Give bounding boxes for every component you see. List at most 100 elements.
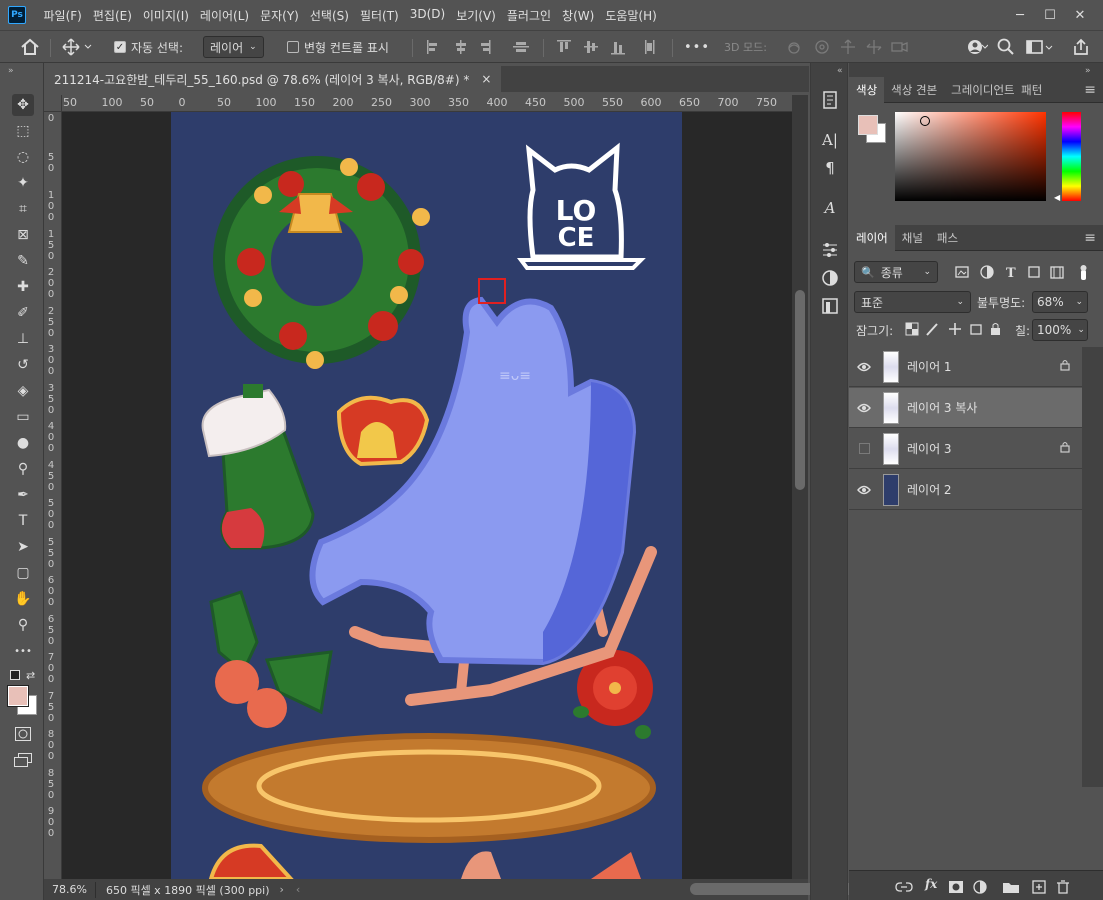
menu-item[interactable]: 편집(E) [87,7,137,24]
vertical-scrollbar[interactable] [792,95,808,879]
fx-icon[interactable]: fx [925,877,937,891]
menu-item[interactable]: 선택(S) [304,7,354,24]
tab-layers[interactable]: 레이어 [849,225,895,251]
move-tool-preset-icon[interactable] [62,37,94,57]
maximize-button[interactable]: ☐ [1035,4,1065,26]
menu-item[interactable]: 도움말(H) [600,7,663,24]
paragraph-icon[interactable]: ¶ [819,157,841,179]
visibility-eye-icon[interactable] [849,347,879,387]
menu-item[interactable]: 레이어(L) [194,7,254,24]
align-icons[interactable] [425,37,535,57]
quick-mask-icon[interactable] [15,727,31,744]
collapse-chevron-icon[interactable]: » [1085,66,1091,76]
glyphs-icon[interactable]: A [819,197,841,219]
history-brush-tool-icon[interactable]: ↺ [12,354,34,376]
menu-item[interactable]: 3D(D) [404,7,450,24]
swap-colors-icon[interactable]: ⇄ [26,669,35,682]
character-icon[interactable]: A| [819,129,841,151]
adjustments-icon[interactable] [819,239,841,261]
tab-patterns[interactable]: 패턴 [1014,77,1049,103]
layer-filter-icons[interactable]: T [955,264,1095,283]
auto-select-target-dropdown[interactable]: 레이어 ⌄ [203,36,264,58]
visibility-toggle[interactable] [849,429,879,469]
more-tools-icon[interactable]: ••• [12,640,34,662]
magic-wand-tool-icon[interactable]: ✦ [12,172,34,194]
search-icon[interactable] [997,37,1015,57]
menu-item[interactable]: 파일(F) [38,7,87,24]
libraries-icon[interactable] [819,295,841,317]
layer-row[interactable]: 레이어 2 [849,470,1082,510]
transform-controls-checkbox[interactable]: 변형 컨트롤 표시 [287,37,389,57]
menu-item[interactable]: 이미지(I) [137,7,194,24]
lasso-tool-icon[interactable]: ◌ [12,146,34,168]
gradient-tool-icon[interactable]: ▭ [12,406,34,428]
rectangle-tool-icon[interactable]: ▢ [12,562,34,584]
blend-mode-dropdown[interactable]: 표준 ⌄ [854,291,971,313]
hand-tool-icon[interactable]: ✋ [12,588,34,610]
clone-stamp-tool-icon[interactable]: ⊥ [12,328,34,350]
screen-mode-icon[interactable] [14,753,32,770]
tab-swatches[interactable]: 색상 견본 [884,77,944,103]
hue-slider-handle[interactable]: ◀ [1054,193,1060,202]
info-chevron-icon[interactable]: › [280,883,284,896]
canvas-area[interactable]: LO CE ≡ᴗ≡ [62,112,792,879]
menu-item[interactable]: 플러그인 [501,7,556,24]
layer-row[interactable]: 레이어 1 [849,347,1082,387]
layer-list-scrollbar[interactable] [1082,347,1103,787]
visibility-eye-icon[interactable] [849,470,879,510]
fill-input[interactable]: 100% ⌄ [1032,319,1088,341]
eraser-tool-icon[interactable]: ◈ [12,380,34,402]
menu-item[interactable]: 창(W) [557,7,600,24]
menu-item[interactable]: 보기(V) [451,7,502,24]
collapse-chevron-icon[interactable]: » [8,66,14,76]
tab-paths[interactable]: 패스 [930,225,965,251]
layer-row[interactable]: 레이어 3 [849,429,1082,469]
default-colors-icon[interactable] [10,670,20,680]
horizontal-scrollbar[interactable] [300,879,891,900]
home-icon[interactable] [20,37,40,57]
minimize-button[interactable]: ─ [1005,4,1035,26]
color-fg-swatch[interactable] [858,115,878,135]
close-window-button[interactable]: ✕ [1065,4,1095,26]
vertical-scroll-thumb[interactable] [795,290,805,490]
blur-tool-icon[interactable]: ● [12,432,34,454]
layer-filter-dropdown[interactable]: 🔍 종류 ⌄ [854,261,938,283]
hue-slider[interactable] [1062,112,1081,201]
ruler-origin[interactable] [44,95,62,112]
tab-gradients[interactable]: 그레이디언트 [944,77,1014,103]
pen-tool-icon[interactable]: ✒ [12,484,34,506]
menu-item[interactable]: 필터(T) [354,7,404,24]
more-options-button[interactable]: ••• [684,37,710,57]
zoom-level[interactable]: 78.6% [44,883,95,896]
close-tab-icon[interactable]: × [481,72,491,86]
opacity-input[interactable]: 68% ⌄ [1032,291,1088,313]
styles-icon[interactable] [819,267,841,289]
panel-menu-icon[interactable]: ≡ [1077,225,1103,251]
visibility-eye-icon[interactable] [849,388,879,428]
collapse-chevron-icon[interactable]: « [837,66,843,76]
auto-select-checkbox[interactable]: ✓ 자동 선택: [114,37,183,57]
type-tool-icon[interactable]: T [12,510,34,532]
layers-footer-icons[interactable] [893,879,1073,895]
panel-menu-icon[interactable]: ≡ [1077,77,1103,103]
lock-icons[interactable] [905,322,1003,339]
move-tool-icon[interactable]: ✥ [12,94,34,116]
artboard[interactable]: LO CE ≡ᴗ≡ [171,112,682,879]
brush-tool-icon[interactable]: ✐ [12,302,34,324]
history-icon[interactable] [819,89,841,111]
user-icon[interactable] [966,37,988,57]
zoom-tool-icon[interactable]: ⚲ [12,614,34,636]
marquee-tool-icon[interactable]: ⬚ [12,120,34,142]
dodge-tool-icon[interactable]: ⚲ [12,458,34,480]
foreground-color-swatch[interactable] [7,685,29,707]
eyedropper-tool-icon[interactable]: ✎ [12,250,34,272]
healing-brush-tool-icon[interactable]: ✚ [12,276,34,298]
crop-tool-icon[interactable]: ⌗ [12,198,34,220]
share-icon[interactable] [1072,37,1090,57]
tab-color[interactable]: 색상 [849,77,885,103]
workspace-icon[interactable] [1026,37,1054,57]
tab-channels[interactable]: 채널 [895,225,930,251]
path-selection-tool-icon[interactable]: ➤ [12,536,34,558]
distribute-icons[interactable] [556,37,666,57]
menu-item[interactable]: 문자(Y) [255,7,305,24]
